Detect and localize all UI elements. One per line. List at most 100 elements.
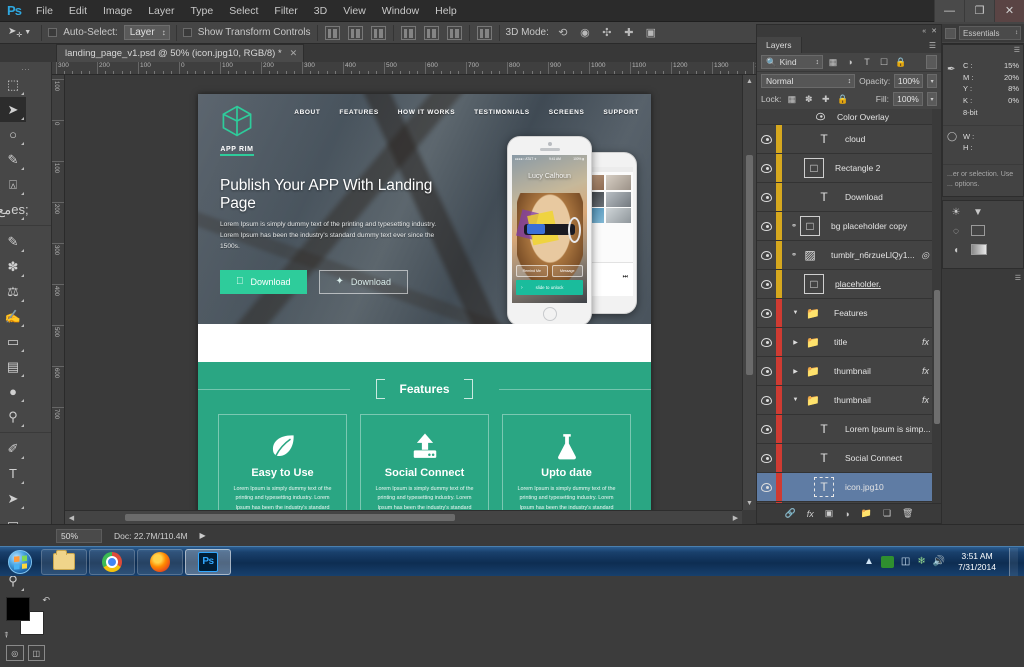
menu-layer[interactable]: Layer [140, 2, 182, 20]
layer-thumbnail[interactable]: 📁 [803, 332, 823, 352]
path-selection-tool[interactable]: ➤ [0, 486, 26, 511]
fill-value[interactable]: 100% [893, 92, 923, 106]
filter-kind-dropdown[interactable]: 🔍 Kind [761, 55, 823, 69]
message-button[interactable]: Message [552, 265, 584, 277]
eye-icon[interactable] [816, 113, 825, 120]
layer-thumbnail[interactable]: □ [800, 216, 820, 236]
move-tool-preset[interactable]: ➤✛ ▼ [4, 26, 35, 39]
scroll-left-icon[interactable]: ◀ [65, 511, 78, 524]
menu-file[interactable]: File [28, 2, 61, 20]
layer-thumbnail[interactable]: 📁 [803, 303, 823, 323]
nav-item-support[interactable]: SUPPORT [603, 109, 639, 116]
layer-row[interactable]: ▼📁Features [757, 299, 941, 328]
camera-3d-icon[interactable]: ▣ [643, 26, 659, 40]
brush-tool[interactable]: ✽ [0, 254, 26, 279]
home-button[interactable] [543, 307, 557, 321]
download-ios-button[interactable]:  Download [220, 270, 307, 294]
lock-transparent-icon[interactable]: ▦ [785, 93, 798, 106]
opacity-stepper[interactable]: ▾ [927, 74, 937, 88]
layer-row[interactable]: TLorem Ipsum is simp... [757, 415, 941, 444]
pattern-icon[interactable] [971, 225, 985, 236]
menu-view[interactable]: View [335, 2, 374, 20]
feature-card[interactable]: Upto date Lorem Ipsum is simply dummy te… [502, 414, 631, 510]
nav-item-how-it-works[interactable]: HOW IT WORKS [398, 109, 455, 116]
color-balance-icon[interactable]: ◌ [949, 225, 963, 238]
security-icon[interactable] [881, 556, 894, 568]
pen-tool[interactable]: ✐ [0, 436, 26, 461]
invert-icon[interactable]: ◖ [949, 244, 963, 257]
layer-thumbnail[interactable]: T [814, 448, 834, 468]
layer-thumbnail[interactable]: □ [804, 158, 824, 178]
layer-mask-icon[interactable]: ◎ [921, 250, 931, 261]
vertical-scroll-thumb[interactable] [746, 155, 753, 375]
menu-3d[interactable]: 3D [306, 2, 335, 20]
add-mask-icon[interactable]: ▣ [825, 508, 834, 519]
layer-row[interactable]: ⚭□bg placeholder copy [757, 212, 941, 241]
layer-thumbnail[interactable]: ▨ [800, 245, 820, 265]
auto-select-checkbox[interactable] [48, 28, 57, 37]
layer-visibility-toggle[interactable] [757, 183, 776, 211]
layer-name[interactable]: thumbnail [834, 395, 871, 405]
volume-icon[interactable]: 🔊 [933, 556, 945, 567]
close-button[interactable]: ✕ [994, 0, 1024, 22]
layer-list-scrollbar[interactable] [932, 109, 941, 503]
collapse-panel-icon[interactable]: « [922, 28, 926, 35]
canvas-vertical-scrollbar[interactable]: ▲ ▼ [742, 75, 756, 510]
player-next-icon[interactable]: ⏭ [623, 274, 628, 281]
download-android-button[interactable]: ✦ Download [319, 270, 408, 294]
layer-name[interactable]: title [834, 337, 847, 347]
layer-name[interactable]: bg placeholder copy [831, 221, 907, 231]
layer-row[interactable]: Tcloud [757, 125, 941, 154]
panel-menu-icon[interactable]: ☰ [929, 37, 941, 53]
close-panel-icon[interactable]: ✕ [931, 27, 937, 35]
align-horizontal-centers-icon[interactable] [348, 26, 363, 40]
scroll-right-icon[interactable]: ▶ [729, 511, 742, 524]
layer-visibility-toggle[interactable] [757, 125, 776, 153]
layer-row[interactable]: T Download [757, 183, 941, 212]
fill-stepper[interactable]: ▾ [927, 92, 937, 106]
horizontal-scroll-thumb[interactable] [125, 514, 455, 521]
menu-select[interactable]: Select [221, 2, 266, 20]
move-tool[interactable]: ➤ [0, 97, 26, 122]
type-tool[interactable]: T [0, 461, 26, 486]
layer-row[interactable]: ⚭▨tumblr_n6rzueLlQy1...◎▼ [757, 241, 941, 270]
nav-item-screens[interactable]: SCREENS [549, 109, 585, 116]
screen-mode-icon[interactable]: ◫ [28, 645, 46, 661]
taskbar-item-chrome[interactable] [89, 549, 135, 575]
scroll-up-icon[interactable]: ▲ [743, 75, 756, 88]
group-disclosure-icon[interactable]: ▶ [790, 339, 801, 346]
delete-layer-icon[interactable]: 🗑 [902, 508, 913, 519]
layer-visibility-toggle[interactable] [757, 357, 776, 385]
layer-name[interactable]: cloud [845, 134, 865, 144]
layer-name[interactable]: placeholder. [835, 279, 881, 289]
layer-name[interactable]: Social Connect [845, 453, 902, 463]
brand-logo[interactable]: APP RIM [220, 104, 254, 156]
layer-thumbnail[interactable]: T [814, 187, 834, 207]
dodge-tool[interactable]: ⚲ [0, 404, 26, 429]
feature-card[interactable]: Social Connect Lorem Ipsum is simply dum… [360, 414, 489, 510]
history-brush-tool[interactable]: ✍ [0, 304, 26, 329]
workspace-icon[interactable] [945, 28, 956, 39]
layer-list[interactable]: Color OverlayTcloud□Rectangle 2TDownload… [757, 109, 941, 503]
quick-selection-tool[interactable]: ✎ [0, 147, 26, 172]
taskbar-item-explorer[interactable] [41, 549, 87, 575]
align-left-edges-icon[interactable] [325, 26, 340, 40]
nav-item-features[interactable]: FEATURES [339, 109, 378, 116]
show-hidden-icons-icon[interactable]: ▲ [864, 556, 874, 567]
adjustment-layer-icon[interactable]: ◑ [844, 509, 849, 519]
marquee-tool[interactable]: ⬚ [0, 72, 26, 97]
layer-thumbnail[interactable]: T [814, 477, 834, 497]
show-desktop-button[interactable] [1009, 548, 1018, 576]
layer-name[interactable]: Download [845, 192, 883, 202]
layer-name[interactable]: tumblr_n6rzueLlQy1... [831, 250, 915, 260]
align-top-edges-icon[interactable] [401, 26, 416, 40]
group-disclosure-icon[interactable]: ▶ [790, 368, 801, 375]
eraser-tool[interactable]: ▭ [0, 329, 26, 354]
horizontal-ruler[interactable]: 3002001000100200300400500600700800900100… [52, 62, 756, 75]
distribute-icon[interactable] [477, 26, 492, 40]
feature-card[interactable]: Easy to Use Lorem Ipsum is simply dummy … [218, 414, 347, 510]
menu-window[interactable]: Window [374, 2, 427, 20]
layer-thumbnail[interactable]: □ [804, 274, 824, 294]
start-button[interactable] [0, 548, 40, 576]
layer-thumbnail[interactable]: T [814, 419, 834, 439]
